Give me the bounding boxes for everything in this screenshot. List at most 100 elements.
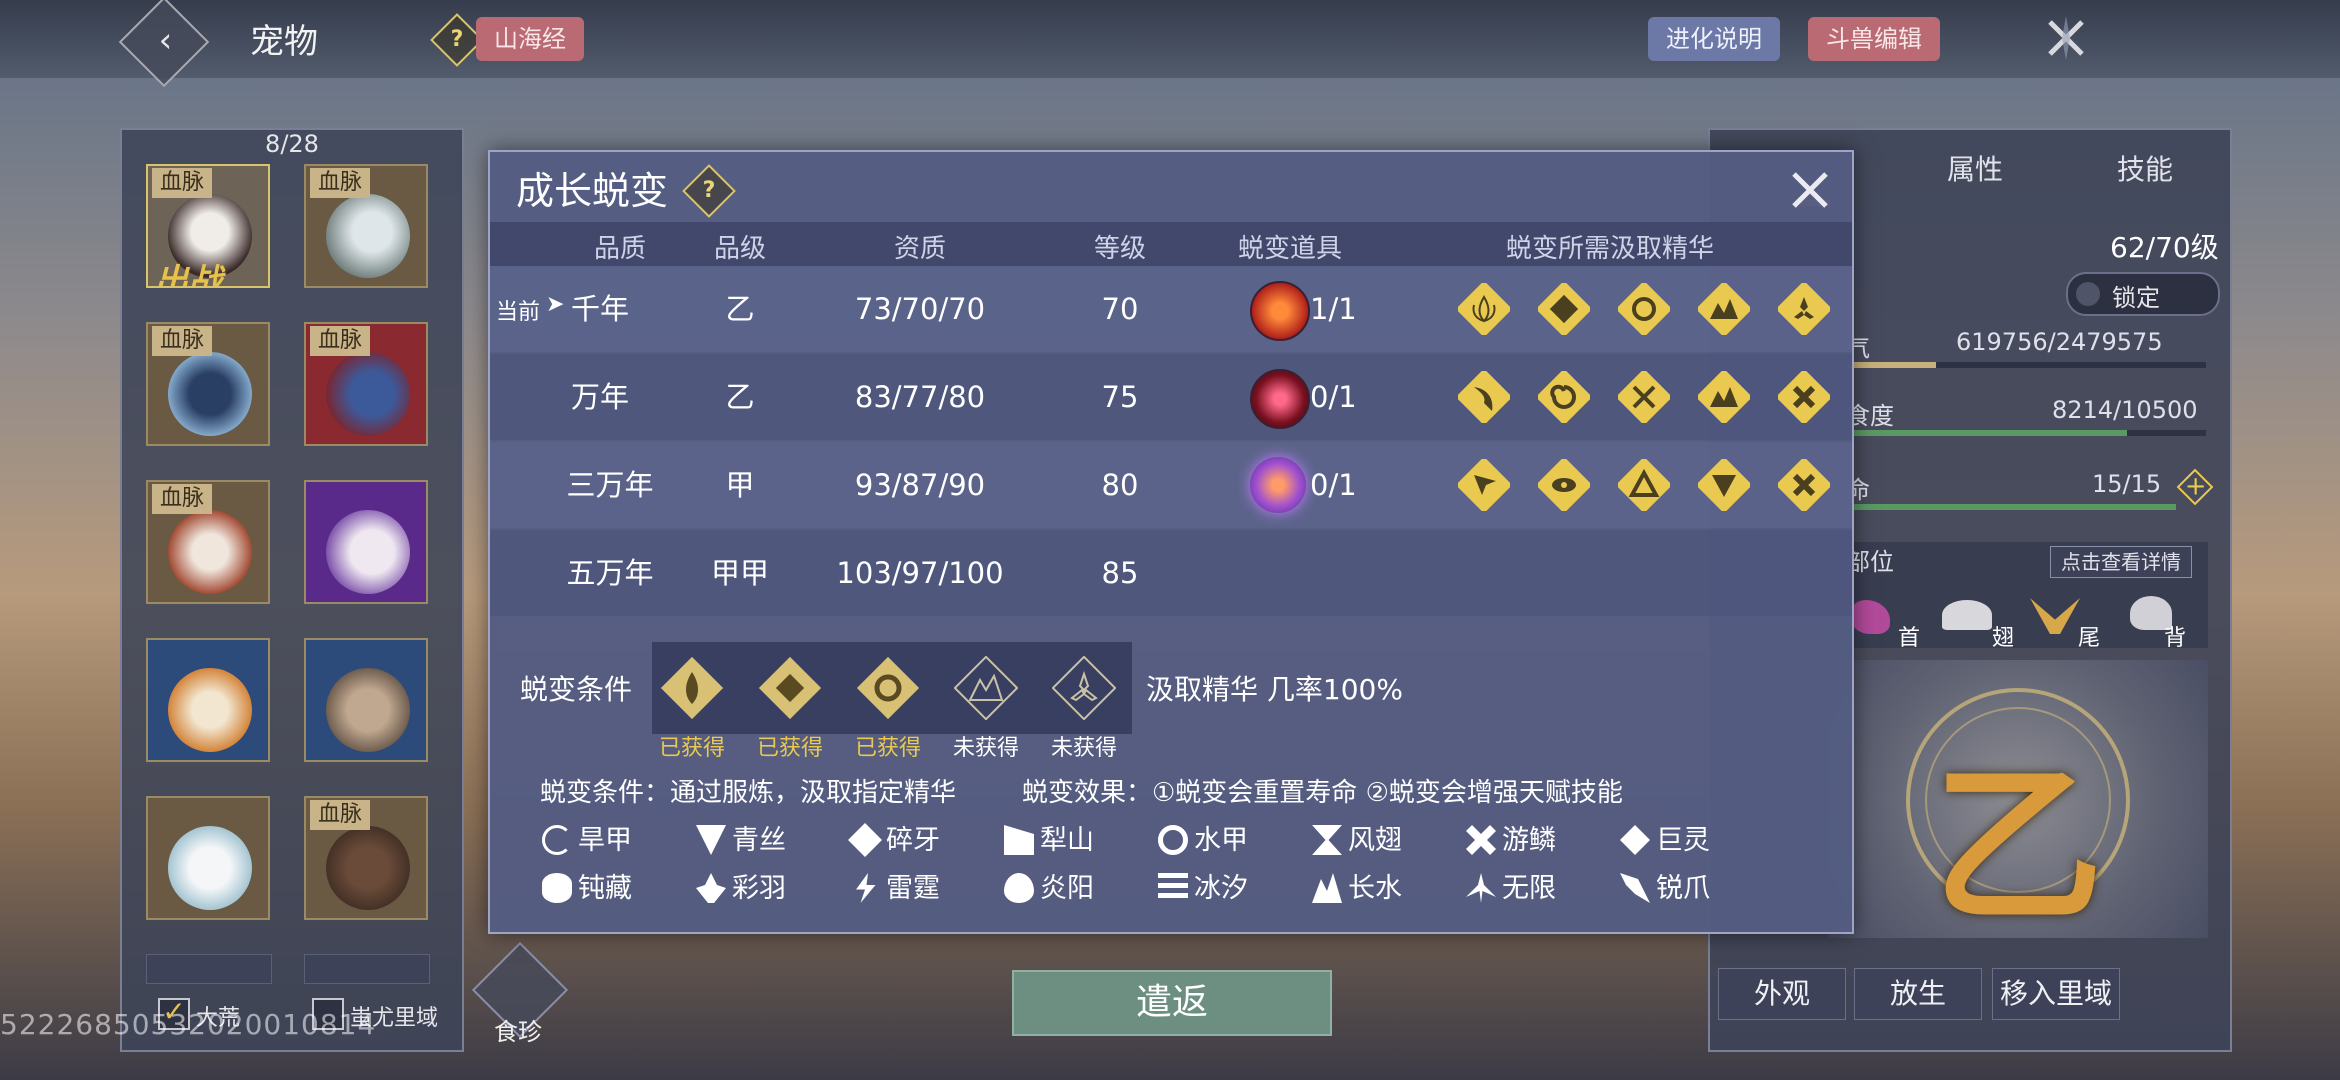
wave-triangle-essence-icon xyxy=(1695,456,1753,514)
table-row[interactable]: 三万年 甲 93/87/90 80 0/1 xyxy=(490,442,1852,528)
pet-slot-4[interactable]: 血脉 xyxy=(304,322,428,446)
eye-essence-icon xyxy=(1535,456,1593,514)
release-button[interactable]: 放生 xyxy=(1854,968,1982,1020)
legend-item: 青丝 xyxy=(696,818,786,857)
x-essence-icon xyxy=(1775,368,1833,426)
view-details-button[interactable]: 点击查看详情 xyxy=(2050,546,2192,578)
stat3-bar xyxy=(1846,504,2176,510)
triskelion-icon xyxy=(1466,873,1496,903)
legend-item: 无限 xyxy=(1466,866,1556,905)
feather-essence-icon xyxy=(1455,456,1513,514)
spiral-essence-icon xyxy=(1535,368,1593,426)
silk-icon xyxy=(696,825,726,855)
close-icon[interactable] xyxy=(2040,12,2092,64)
x-essence-icon xyxy=(1775,456,1833,514)
empty-slot[interactable] xyxy=(304,954,430,984)
pet-slot-5[interactable]: 血脉 xyxy=(146,480,270,604)
help-icon[interactable]: ? xyxy=(682,164,736,218)
effect-description: 蜕变效果：①蜕变会重置寿命 ②蜕变会增强天赋技能 xyxy=(1022,778,1623,808)
evolution-item-icon[interactable] xyxy=(1250,369,1310,429)
lock-toggle[interactable]: 锁定 xyxy=(2066,272,2220,316)
feather-icon xyxy=(696,873,726,903)
deployed-label: 出战 xyxy=(154,262,222,288)
absorb-rate: 汲取精华 几率100% xyxy=(1146,673,1403,706)
stat3-value: 15/15 xyxy=(2092,470,2162,498)
mountain-essence-icon xyxy=(1695,280,1753,338)
scale-x-icon xyxy=(1466,825,1496,855)
legend-item: 风翅 xyxy=(1312,818,1402,857)
mountain-essence-icon xyxy=(953,655,1019,721)
legend-item: 彩羽 xyxy=(696,866,786,905)
tab-skills[interactable]: 技能 xyxy=(2060,140,2230,200)
top-bar xyxy=(0,0,2340,78)
wing-part-icon[interactable] xyxy=(1942,600,1992,630)
watermark-id: 52226850532020010814 xyxy=(0,1008,377,1041)
close-icon[interactable] xyxy=(1786,166,1834,214)
pet-count: 8/28 xyxy=(265,130,319,158)
pet-slot-6[interactable] xyxy=(304,480,428,604)
condition-description: 蜕变条件：通过服炼，汲取指定精华 xyxy=(540,778,957,808)
pet-slot-2[interactable]: 血脉 xyxy=(304,164,428,288)
wave-icon xyxy=(1158,873,1188,903)
evolution-item-icon[interactable] xyxy=(1250,457,1306,513)
trefoil-essence-icon xyxy=(1051,655,1117,721)
lotus-essence-icon xyxy=(1455,280,1513,338)
giant-icon xyxy=(1620,825,1650,855)
pet-slot-3[interactable]: 血脉 xyxy=(146,322,270,446)
modal-title: 成长蜕变 xyxy=(516,169,669,213)
flame-icon xyxy=(1004,873,1034,903)
table-row[interactable]: 五万年 甲甲 103/97/100 85 xyxy=(490,530,1852,616)
lightning-icon xyxy=(856,873,876,903)
appearance-button[interactable]: 外观 xyxy=(1718,968,1846,1020)
pet-slot-10[interactable]: 血脉 xyxy=(304,796,428,920)
mountain-essence-icon xyxy=(1695,368,1753,426)
legend-item: 游鳞 xyxy=(1466,818,1556,857)
add-life-icon[interactable]: + xyxy=(2176,468,2214,506)
move-to-inner-realm-button[interactable]: 移入里域 xyxy=(1992,968,2120,1020)
table-header: 品质 品级 资质 等级 蜕变道具 蜕变所需汲取精华 xyxy=(490,222,1852,266)
essence-status: 已获得 xyxy=(658,736,725,761)
essence-status: 已获得 xyxy=(756,736,823,761)
plough-icon xyxy=(1004,825,1034,855)
evolution-item-icon[interactable] xyxy=(1250,281,1310,341)
evolution-info-button[interactable]: 进化说明 xyxy=(1648,17,1780,61)
empty-slot[interactable] xyxy=(146,954,272,984)
stat1-value: 619756/2479575 xyxy=(1956,328,2163,356)
hourglass-icon xyxy=(1312,825,1342,855)
beast-edit-button[interactable]: 斗兽编辑 xyxy=(1808,17,1940,61)
trefoil-essence-icon xyxy=(1775,280,1833,338)
pet-slot-8[interactable] xyxy=(304,638,428,762)
claw-icon xyxy=(1620,873,1650,903)
shanhai-button[interactable]: 山海经 xyxy=(476,17,584,61)
essence-status: 已获得 xyxy=(854,736,921,761)
stat2-bar xyxy=(1846,430,2206,436)
legend-item: 雷霆 xyxy=(850,866,940,905)
legend-item: 碎牙 xyxy=(848,818,940,857)
tab-attributes[interactable]: 属性 xyxy=(1890,140,2060,200)
peaks-icon xyxy=(1312,873,1342,903)
legend-item: 炎阳 xyxy=(1004,866,1094,905)
pet-list-panel: 8/28 血脉 出战 血脉 血脉 血脉 血脉 血脉 ✓ 大荒 蚩尤里域 xyxy=(120,128,464,1052)
stat2-value: 8214/10500 xyxy=(2052,396,2198,424)
pet-slot-7[interactable] xyxy=(146,638,270,762)
triangle-essence-icon xyxy=(1615,456,1673,514)
condition-essence-box xyxy=(652,642,1132,734)
legend-item: 钝藏 xyxy=(542,866,632,905)
diamond-essence-icon xyxy=(1535,280,1593,338)
stat1-bar xyxy=(1846,362,2206,368)
pet-slot-1[interactable]: 血脉 出战 xyxy=(146,164,270,288)
table-row[interactable]: 当前 ➤ 千年 乙 73/70/70 70 1/1 xyxy=(490,266,1852,352)
ring-essence-icon xyxy=(1615,280,1673,338)
chevron-left-icon: ‹ xyxy=(158,20,173,61)
lotus-essence-icon xyxy=(660,656,724,720)
pet-slot-9[interactable] xyxy=(146,796,270,920)
claw-essence-icon xyxy=(1455,368,1513,426)
pet-level: 62/70级 xyxy=(2110,231,2219,264)
legend-item: 水甲 xyxy=(1158,818,1248,857)
return-button[interactable]: 遣返 xyxy=(1012,970,1332,1036)
page-title: 宠物 xyxy=(250,22,318,62)
growth-evolution-modal: 成长蜕变 ? 品质 品级 资质 等级 蜕变道具 蜕变所需汲取精华 当前 ➤ 千年… xyxy=(488,150,1854,934)
fang-icon xyxy=(848,823,882,857)
table-row[interactable]: 万年 乙 83/77/80 75 0/1 xyxy=(490,354,1852,440)
food-label: 食珍 xyxy=(494,1018,542,1046)
